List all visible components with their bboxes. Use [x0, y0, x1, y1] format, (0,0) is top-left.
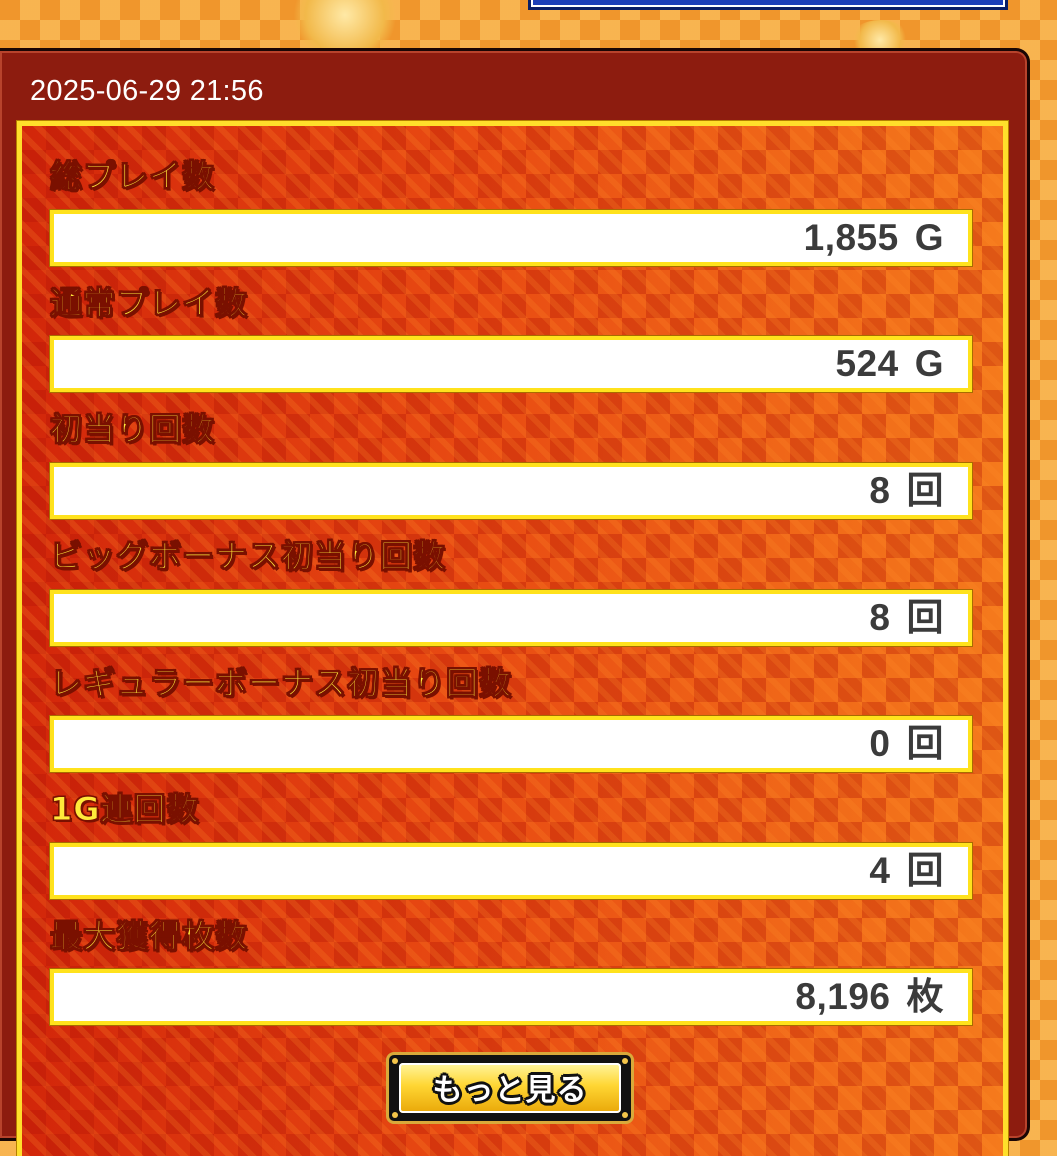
stat-number: 4: [869, 850, 891, 891]
stat-value-max-coins: 8,196 枚: [795, 973, 944, 1021]
stat-label-big-bonus: ビッグボーナス初当り回数: [49, 537, 447, 576]
timestamp: 2025-06-29 21:56: [30, 75, 264, 107]
stat-unit: 回: [906, 723, 944, 764]
stat-number: 8: [869, 597, 891, 638]
more-button-face[interactable]: もっと見る: [399, 1063, 621, 1113]
more-button-label[interactable]: もっと見る: [399, 1063, 621, 1113]
stat-value-box-max-coins: 8,196 枚: [50, 969, 972, 1025]
stat-number: 524: [835, 343, 899, 384]
stat-label-1g-chain: 1G連回数: [50, 790, 200, 829]
stat-unit: G: [914, 343, 944, 384]
stat-number: 1,855: [803, 217, 899, 258]
data-panel: 2025-06-29 21:56 総プレイ数 1,855 G 通常プレイ数 524…: [0, 48, 1030, 1156]
top-info-box: [528, 0, 1008, 10]
stat-value-box-first-hit: 8回: [50, 463, 972, 519]
corner-rivet-icon: [622, 1058, 628, 1064]
stat-unit: 回: [906, 470, 944, 511]
stat-value-first-hit: 8回: [869, 467, 944, 515]
stat-value-total-play: 1,855 G: [804, 214, 944, 262]
corner-rivet-icon: [622, 1112, 628, 1118]
stat-label-regular-bonus: レギュラーボーナス初当り回数: [49, 664, 513, 703]
stat-number: 8,196: [795, 976, 891, 1017]
stat-value-box-big-bonus: 8回: [50, 590, 972, 646]
stat-number: 8: [869, 470, 891, 511]
more-button[interactable]: もっと見る: [386, 1052, 634, 1124]
stat-value-big-bonus: 8回: [869, 594, 944, 642]
corner-rivet-icon: [392, 1058, 398, 1064]
stat-unit: G: [914, 217, 944, 258]
stats-area: 総プレイ数 1,855 G 通常プレイ数 524 G 初当り回数 8回 ビッグボーナ…: [17, 121, 1008, 1156]
corner-rivet-icon: [392, 1112, 398, 1118]
stat-value-box-normal-play: 524 G: [50, 336, 972, 392]
stat-value-1g-chain: 4回: [869, 847, 944, 895]
stat-number: 0: [869, 723, 891, 764]
stat-value-regular-bonus: 0回: [869, 720, 944, 768]
stat-value-normal-play: 524 G: [835, 340, 944, 388]
stat-label-normal-play: 通常プレイ数: [49, 284, 249, 323]
stat-value-box-1g-chain: 4回: [50, 843, 972, 899]
stat-label-first-hit: 初当り回数: [49, 410, 216, 449]
stat-unit: 枚: [906, 976, 944, 1017]
stat-label-max-coins: 最大獲得枚数: [49, 917, 249, 956]
stat-unit: 回: [906, 597, 944, 638]
stat-value-box-regular-bonus: 0回: [50, 716, 972, 772]
stat-value-box-total-play: 1,855 G: [50, 210, 972, 266]
stat-unit: 回: [906, 850, 944, 891]
stat-label-total-play: 総プレイ数: [49, 157, 216, 196]
